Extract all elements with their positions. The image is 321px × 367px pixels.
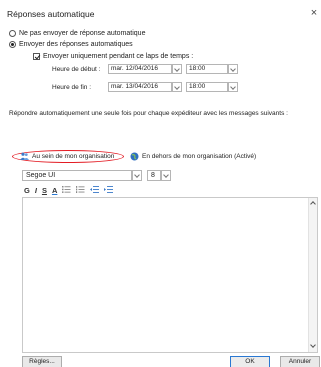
ok-button[interactable]: OK [230,356,270,367]
rules-button[interactable]: Règles... [22,356,62,367]
auto-reply-dialog: Réponses automatique × Ne pas envoyer de… [0,0,321,367]
only-period-checkbox[interactable] [33,53,40,60]
people-icon [20,152,29,160]
bullet-list-icon[interactable] [62,186,71,195]
tab-inside-org[interactable]: Au sein de mon organisation [20,152,114,160]
vertical-scrollbar[interactable] [308,198,317,352]
bold-button[interactable]: G [24,186,30,195]
send-reply-label: Envoyer des réponses automatiques [19,41,133,48]
decrease-indent-icon[interactable] [90,186,100,195]
font-color-button[interactable]: A [52,186,57,195]
end-date-field[interactable]: mar. 13/04/2016 [108,82,172,92]
cancel-button[interactable]: Annuler [280,356,320,367]
increase-indent-icon[interactable] [104,186,114,195]
message-body-editor[interactable] [22,197,318,353]
start-time-field[interactable]: 18:00 [186,64,228,74]
end-time-field[interactable]: 18:00 [186,82,228,92]
tab-outside-label: En dehors de mon organisation (Activé) [142,152,257,160]
no-reply-label: Ne pas envoyer de réponse automatique [19,30,146,37]
font-dropdown[interactable] [132,170,142,181]
send-reply-radio[interactable] [9,41,16,48]
dialog-title: Réponses automatique [7,9,95,19]
start-label: Heure de début : [52,66,101,73]
end-date-dropdown[interactable] [172,82,182,92]
start-date-field[interactable]: mar. 12/04/2016 [108,64,172,74]
description-text: Répondre automatiquement une seule fois … [9,110,288,117]
only-period-label: Envoyer uniquement pendant ce laps de te… [43,53,194,60]
tab-outside-org[interactable]: En dehors de mon organisation (Activé) [130,152,257,161]
no-reply-option[interactable]: Ne pas envoyer de réponse automatique [9,30,145,37]
send-reply-option[interactable]: Envoyer des réponses automatiques [9,41,133,48]
close-icon[interactable]: × [309,7,319,19]
end-time-dropdown[interactable] [228,82,238,92]
start-time-dropdown[interactable] [228,64,238,74]
end-label: Heure de fin : [52,84,92,91]
globe-icon [130,152,139,161]
scroll-up-icon[interactable] [310,201,316,207]
scroll-down-icon[interactable] [310,342,316,348]
size-dropdown[interactable] [161,170,171,181]
font-select[interactable]: Segoe UI [22,170,132,181]
start-date-dropdown[interactable] [172,64,182,74]
format-toolbar: G I S A [24,186,114,195]
underline-button[interactable]: S [42,186,47,195]
italic-button[interactable]: I [35,186,37,195]
tab-inside-label: Au sein de mon organisation [32,152,115,160]
only-period-option[interactable]: Envoyer uniquement pendant ce laps de te… [33,53,193,60]
numbered-list-icon[interactable] [76,186,85,195]
size-select[interactable]: 8 [147,170,161,181]
no-reply-radio[interactable] [9,30,16,37]
